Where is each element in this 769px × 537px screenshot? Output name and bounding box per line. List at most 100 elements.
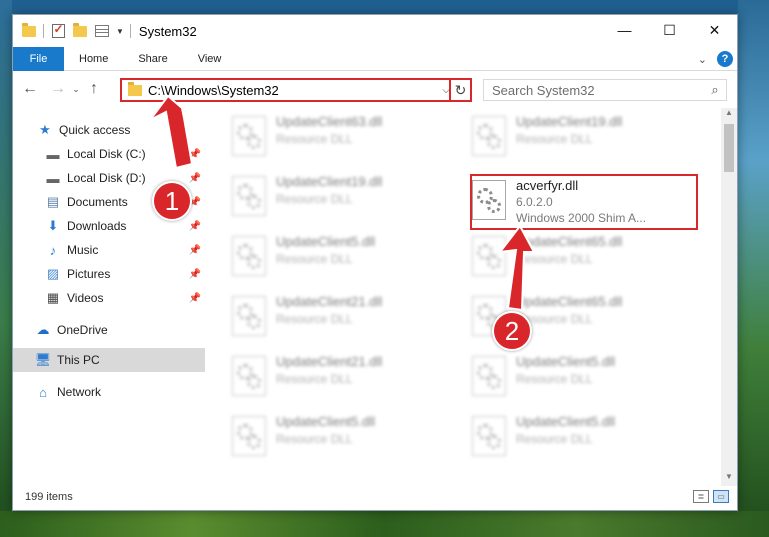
folder-icon <box>128 81 142 96</box>
file-name: UpdateClient5.dll <box>516 414 616 429</box>
properties-icon[interactable] <box>94 23 110 39</box>
forward-arrow-icon[interactable]: → <box>47 80 69 98</box>
window-title: System32 <box>138 23 197 39</box>
sidebar-item-label: Local Disk (C:) <box>67 147 146 161</box>
dll-file-icon <box>232 356 266 396</box>
dll-file-icon <box>472 356 506 396</box>
dll-file-icon <box>232 236 266 276</box>
file-description: Resource DLL <box>276 432 353 446</box>
computer-icon: 🖥 <box>34 352 52 367</box>
file-item[interactable]: UpdateClient21.dll Resource DLL <box>232 292 452 344</box>
properties-check-icon[interactable] <box>50 22 66 39</box>
recent-locations-chevron-icon[interactable]: ⌄ <box>69 84 83 95</box>
divider <box>43 24 44 38</box>
large-icons-view-icon[interactable]: ▭ <box>713 490 729 503</box>
sidebar-item-network[interactable]: ⌂ Network <box>13 380 205 404</box>
file-item[interactable]: UpdateClient5.dll Resource DLL <box>232 232 452 284</box>
address-path[interactable]: C:\Windows\System32 <box>148 83 438 98</box>
tab-share[interactable]: Share <box>123 47 182 71</box>
sidebar-item-label: Quick access <box>59 123 131 137</box>
new-folder-icon[interactable] <box>72 22 88 39</box>
quick-access-toolbar: ▼ System32 <box>13 15 197 47</box>
music-icon: ♪ <box>49 242 57 258</box>
file-name: UpdateClient5.dll <box>276 414 376 429</box>
file-name: UpdateClient63.dll <box>276 114 383 129</box>
explorer-body: ★ Quick access ▬ Local Disk (C:) 📌 ▬ Loc… <box>13 108 737 486</box>
file-item[interactable]: UpdateClient5.dll Resource DLL <box>232 412 452 464</box>
back-arrow-icon[interactable]: ← <box>19 80 41 98</box>
drive-icon: ▬ <box>46 170 60 186</box>
sidebar-item-pictures[interactable]: ▨ Pictures 📌 <box>13 262 205 286</box>
minimize-button[interactable]: — <box>602 15 647 45</box>
sidebar-item-label: This PC <box>57 353 100 367</box>
file-item[interactable]: UpdateClient5.dll Resource DLL <box>472 352 692 404</box>
close-button[interactable]: ✕ <box>692 15 737 45</box>
help-icon[interactable]: ? <box>717 51 733 67</box>
title-bar: ▼ System32 — ☐ ✕ <box>13 15 737 47</box>
sidebar-item-label: Local Disk (D:) <box>67 171 146 185</box>
dll-file-icon <box>232 116 266 156</box>
vertical-scrollbar[interactable]: ▲ ▼ <box>721 108 737 486</box>
pin-icon[interactable]: 📌 <box>189 173 201 184</box>
ribbon-tabs: File Home Share View ⌄ ? <box>13 46 737 71</box>
pin-icon[interactable]: 📌 <box>189 245 201 256</box>
divider <box>129 24 131 38</box>
pin-icon[interactable]: 📌 <box>189 149 201 160</box>
scroll-up-icon[interactable]: ▲ <box>721 108 737 122</box>
file-item[interactable]: UpdateClient21.dll Resource DLL <box>232 352 452 404</box>
ribbon-right-controls: ⌄ ? <box>698 51 733 67</box>
search-box[interactable]: ⌕ <box>483 79 727 101</box>
sidebar-item-label: Pictures <box>67 267 111 281</box>
file-item[interactable]: UpdateClient19.dll Resource DLL <box>472 112 692 164</box>
file-name: UpdateClient21.dll <box>276 294 383 309</box>
dll-file-icon <box>232 296 266 336</box>
step-1-callout: 1 <box>152 181 192 221</box>
pin-icon[interactable]: 📌 <box>189 221 201 232</box>
file-name: UpdateClient19.dll <box>276 174 383 189</box>
maximize-button[interactable]: ☐ <box>647 15 692 45</box>
folder-icon[interactable] <box>21 22 37 39</box>
pin-icon[interactable]: 📌 <box>189 269 201 280</box>
file-description: Resource DLL <box>516 372 593 386</box>
tab-file[interactable]: File <box>13 46 64 71</box>
sidebar-item-quick-access[interactable]: ★ Quick access <box>13 118 205 142</box>
pin-icon[interactable]: 📌 <box>189 293 201 304</box>
file-item[interactable]: UpdateClient65.dll Resource DLL <box>472 232 692 284</box>
sidebar-item-label: OneDrive <box>57 323 108 337</box>
sidebar-item-videos[interactable]: ▦ Videos 📌 <box>13 286 205 310</box>
sidebar-item-onedrive[interactable]: ☁ OneDrive <box>13 318 205 342</box>
file-name: UpdateClient65.dll <box>516 294 623 309</box>
customize-toolbar-dropdown-icon[interactable]: ▼ <box>116 27 124 36</box>
scroll-thumb[interactable] <box>724 124 734 172</box>
details-view-icon[interactable]: ≣ <box>693 490 709 503</box>
dll-file-icon <box>472 236 506 276</box>
search-icon[interactable]: ⌕ <box>704 82 726 98</box>
dll-file-icon <box>472 416 506 456</box>
tab-home[interactable]: Home <box>64 47 123 71</box>
search-input[interactable] <box>492 82 704 98</box>
file-description: Resource DLL <box>276 132 353 146</box>
sidebar-item-music[interactable]: ♪ Music 📌 <box>13 238 205 262</box>
file-item[interactable]: UpdateClient19.dll Resource DLL <box>232 172 452 224</box>
file-item[interactable]: UpdateClient5.dll Resource DLL <box>472 412 692 464</box>
sidebar-item-label: Network <box>57 385 102 399</box>
sidebar-item-label: Videos <box>67 291 104 305</box>
up-arrow-icon[interactable]: ↑ <box>83 80 105 98</box>
file-description: Resource DLL <box>276 372 353 386</box>
tab-view[interactable]: View <box>183 47 237 71</box>
file-explorer-window: ▼ System32 — ☐ ✕ File Home Share View ⌄ … <box>12 14 738 511</box>
file-name: UpdateClient5.dll <box>516 354 616 369</box>
cloud-icon: ☁ <box>36 322 50 337</box>
desktop-background-left <box>0 0 12 537</box>
file-list: UpdateClient63.dll Resource DLL UpdateCli… <box>208 108 723 486</box>
download-icon: ⬇ <box>47 218 59 233</box>
file-name: UpdateClient21.dll <box>276 354 383 369</box>
file-item[interactable]: UpdateClient63.dll Resource DLL <box>232 112 452 164</box>
expand-ribbon-chevron-icon[interactable]: ⌄ <box>698 53 707 66</box>
sidebar-item-local-disk-c[interactable]: ▬ Local Disk (C:) 📌 <box>13 142 205 166</box>
highlight-box-acverfyr <box>470 174 698 230</box>
drive-icon: ▬ <box>46 146 60 162</box>
address-bar[interactable]: C:\Windows\System32 ⌵ <box>120 78 456 102</box>
refresh-button[interactable]: ↻ <box>449 78 472 102</box>
sidebar-item-this-pc[interactable]: 🖥 This PC <box>13 348 205 372</box>
